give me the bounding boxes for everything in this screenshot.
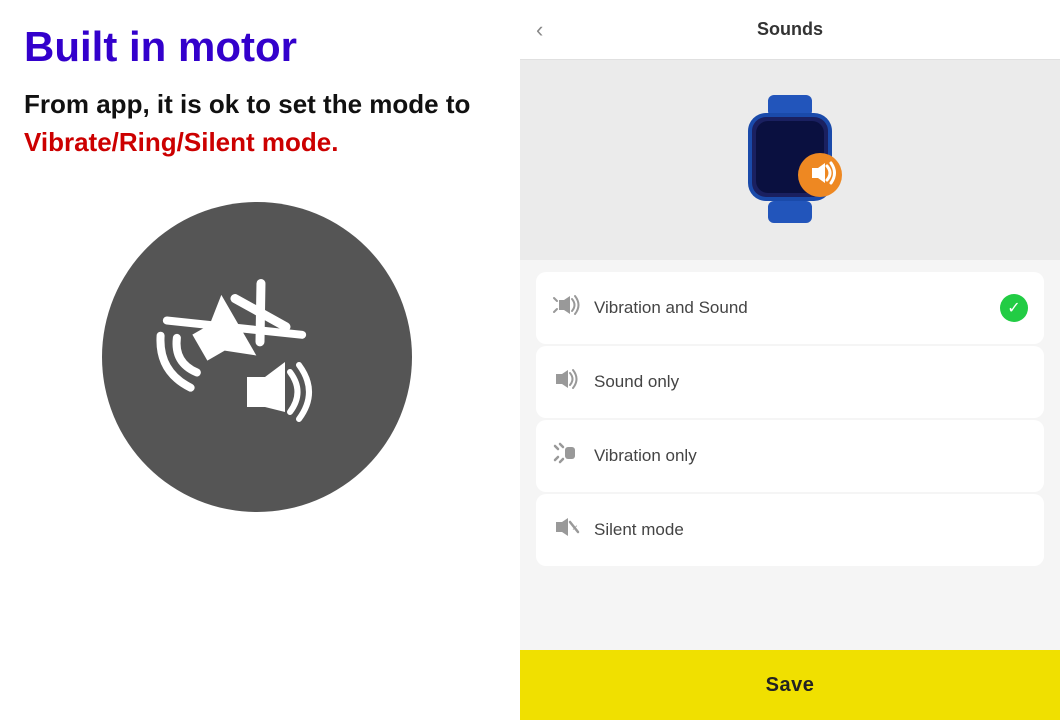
highlight-text: Vibrate/Ring/Silent mode. [24,127,338,157]
save-button[interactable]: Save [520,650,1060,720]
vibration-icon-circle [102,202,412,512]
option-vibration-only[interactable]: Vibration only [536,420,1044,492]
svg-text:×: × [572,523,578,534]
back-button[interactable]: ‹ [536,19,543,41]
selected-check-icon: ✓ [1000,294,1028,322]
right-panel: ‹ Sounds [520,0,1060,720]
option-sound-only-label: Sound only [594,372,1028,392]
watch-preview [520,60,1060,260]
options-list: Vibration and Sound ✓ Sound only [520,260,1060,650]
option-sound-only[interactable]: Sound only [536,346,1044,418]
silent-mode-icon: × [552,516,580,544]
description-text: From app, it is ok to set the mode to Vi… [24,86,490,161]
vibration-sound-icon [552,294,580,322]
page-title: Built in motor [24,24,297,70]
right-header: ‹ Sounds [520,0,1060,60]
header-title: Sounds [757,19,823,40]
sound-only-icon [552,368,580,396]
option-silent-mode-label: Silent mode [594,520,1028,540]
option-vibration-sound-label: Vibration and Sound [594,298,986,318]
option-silent-mode[interactable]: × Silent mode [536,494,1044,566]
circle-icons-svg [147,247,367,467]
watch-svg [730,95,850,225]
left-panel: Built in motor From app, it is ok to set… [0,0,520,720]
vibration-only-icon [552,442,580,470]
option-vibration-only-label: Vibration only [594,446,1028,466]
option-vibration-sound[interactable]: Vibration and Sound ✓ [536,272,1044,344]
